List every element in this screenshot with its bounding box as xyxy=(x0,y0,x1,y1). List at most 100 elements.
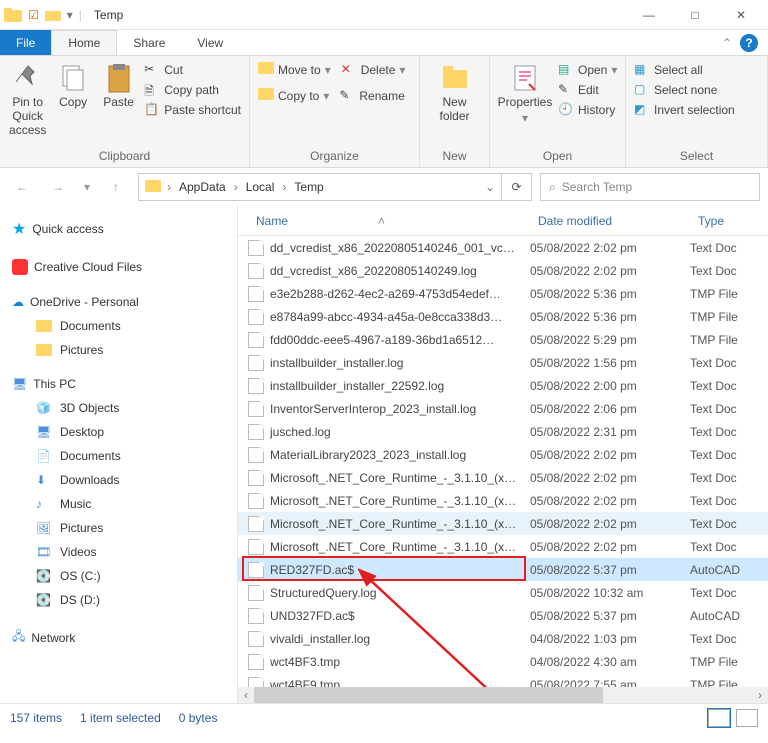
scroll-left-icon[interactable]: ‹ xyxy=(238,687,254,703)
thumbnails-view-button[interactable] xyxy=(736,709,758,727)
select-all-button[interactable]: ▦Select all xyxy=(634,62,735,78)
scroll-right-icon[interactable]: › xyxy=(752,687,768,703)
chevron-right-icon[interactable]: › xyxy=(280,180,288,194)
paste-shortcut-button[interactable]: 📋Paste shortcut xyxy=(144,102,241,118)
rename-button[interactable]: ✎Rename xyxy=(339,88,404,104)
main: ★ Quick access Creative Cloud Files ☁ On… xyxy=(0,206,768,703)
copy-path-button[interactable]: 🗎Copy path xyxy=(144,82,241,98)
file-tab[interactable]: File xyxy=(0,30,51,55)
file-row[interactable]: InventorServerInterop_2023_install.log05… xyxy=(238,397,768,420)
breadcrumb-dropdown-icon[interactable]: ⌄ xyxy=(485,180,495,194)
file-row[interactable]: installbuilder_installer_22592.log05/08/… xyxy=(238,374,768,397)
pin-to-quick-access-button[interactable]: Pin to Quick access xyxy=(8,62,47,137)
sidebar-pc-item[interactable]: ⬇Downloads xyxy=(0,468,237,492)
forward-button[interactable]: → xyxy=(44,173,72,201)
properties-button[interactable]: Properties▾ xyxy=(498,62,552,126)
paste-button[interactable]: Paste xyxy=(99,62,138,110)
file-row[interactable]: e8784a99-abcc-4934-a45a-0e8cca338d3…05/0… xyxy=(238,305,768,328)
copy-button[interactable]: Copy xyxy=(53,62,92,110)
copy-to-button[interactable]: Copy to ▾ xyxy=(258,88,329,104)
sidebar-this-pc[interactable]: 🖥 This PC xyxy=(0,372,237,396)
file-icon xyxy=(248,654,264,670)
chevron-right-icon[interactable]: › xyxy=(232,180,240,194)
chevron-right-icon[interactable]: › xyxy=(165,180,173,194)
sidebar-pc-item[interactable]: 📄Documents xyxy=(0,444,237,468)
nav-sidebar: ★ Quick access Creative Cloud Files ☁ On… xyxy=(0,206,238,703)
sidebar-pc-item[interactable]: 🖥Desktop xyxy=(0,420,237,444)
open-button[interactable]: ▤Open ▾ xyxy=(558,62,617,78)
close-button[interactable]: ✕ xyxy=(718,0,764,30)
file-icon xyxy=(248,240,264,256)
file-row[interactable]: Microsoft_.NET_Core_Runtime_-_3.1.10_(x…… xyxy=(238,535,768,558)
columns-header[interactable]: Name˄ Date modified Type xyxy=(238,206,768,236)
ribbon-tabs: File Home Share View ⌃ ? xyxy=(0,30,768,56)
sidebar-pc-item[interactable]: 🖼Pictures xyxy=(0,516,237,540)
file-icon xyxy=(248,355,264,371)
sidebar-creative-cloud[interactable]: Creative Cloud Files xyxy=(0,254,237,280)
file-row[interactable]: Microsoft_.NET_Core_Runtime_-_3.1.10_(x…… xyxy=(238,512,768,535)
select-none-button[interactable]: ▢Select none xyxy=(634,82,735,98)
back-button[interactable]: ← xyxy=(8,173,36,201)
sidebar-pc-item[interactable]: 💽DS (D:) xyxy=(0,588,237,612)
checkbox-icon[interactable]: ☑ xyxy=(28,8,39,22)
folder-icon: 💽 xyxy=(36,593,52,607)
maximize-button[interactable]: □ xyxy=(672,0,718,30)
file-row[interactable]: wct4BF3.tmp04/08/2022 4:30 amTMP File xyxy=(238,650,768,673)
qat-dropdown-icon[interactable]: ▾ xyxy=(67,8,73,22)
breadcrumb-seg[interactable]: Local xyxy=(244,180,277,194)
file-row[interactable]: UND327FD.ac$05/08/2022 5:37 pmAutoCAD xyxy=(238,604,768,627)
breadcrumb[interactable]: › AppData › Local › Temp ⌄ xyxy=(138,173,502,201)
details-view-button[interactable] xyxy=(708,709,730,727)
folder-icon xyxy=(258,88,274,104)
folder-icon-small xyxy=(45,9,61,21)
new-folder-icon xyxy=(439,62,471,94)
help-icon[interactable]: ? xyxy=(740,34,758,52)
sidebar-pc-item[interactable]: 🧊3D Objects xyxy=(0,396,237,420)
delete-button[interactable]: ✕Delete ▾ xyxy=(341,62,406,78)
sidebar-pc-item[interactable]: ♪Music xyxy=(0,492,237,516)
sidebar-network[interactable]: 🖧 Network xyxy=(0,622,237,653)
file-row[interactable]: Microsoft_.NET_Core_Runtime_-_3.1.10_(x…… xyxy=(238,466,768,489)
file-list[interactable]: dd_vcredist_x86_20220805140246_001_vc…05… xyxy=(238,236,768,687)
sidebar-quick-access[interactable]: ★ Quick access xyxy=(0,214,237,244)
file-row[interactable]: StructuredQuery.log05/08/2022 10:32 amTe… xyxy=(238,581,768,604)
minimize-button[interactable]: — xyxy=(626,0,672,30)
cut-button[interactable]: ✂Cut xyxy=(144,62,241,78)
file-icon xyxy=(248,631,264,647)
up-button[interactable]: ↑ xyxy=(102,173,130,201)
file-row[interactable]: jusched.log05/08/2022 2:31 pmText Doc xyxy=(238,420,768,443)
share-tab[interactable]: Share xyxy=(117,30,181,55)
file-row[interactable]: MaterialLibrary2023_2023_install.log05/0… xyxy=(238,443,768,466)
file-row[interactable]: RED327FD.ac$05/08/2022 5:37 pmAutoCAD xyxy=(238,558,768,581)
sidebar-onedrive[interactable]: ☁ OneDrive - Personal xyxy=(0,290,237,314)
view-tab[interactable]: View xyxy=(181,30,239,55)
file-row[interactable]: dd_vcredist_x86_20220805140246_001_vc…05… xyxy=(238,236,768,259)
sidebar-pc-item[interactable]: 💽OS (C:) xyxy=(0,564,237,588)
sidebar-pc-item[interactable]: 🎞Videos xyxy=(0,540,237,564)
file-row[interactable]: dd_vcredist_x86_20220805140249.log05/08/… xyxy=(238,259,768,282)
edit-button[interactable]: ✎Edit xyxy=(558,82,617,98)
history-button[interactable]: 🕘History xyxy=(558,102,617,118)
file-row[interactable]: installbuilder_installer.log05/08/2022 1… xyxy=(238,351,768,374)
sidebar-od-pictures[interactable]: Pictures xyxy=(0,338,237,362)
breadcrumb-seg[interactable]: AppData xyxy=(177,180,228,194)
file-row[interactable]: Microsoft_.NET_Core_Runtime_-_3.1.10_(x…… xyxy=(238,489,768,512)
file-icon xyxy=(248,470,264,486)
file-row[interactable]: wct4BF9.tmp05/08/2022 7:55 amTMP File xyxy=(238,673,768,687)
file-row[interactable]: fdd00ddc-eee5-4967-a189-36bd1a6512…05/08… xyxy=(238,328,768,351)
sort-icon[interactable]: ˄ xyxy=(378,214,385,228)
move-to-button[interactable]: Move to ▾ xyxy=(258,62,331,78)
sidebar-od-documents[interactable]: Documents xyxy=(0,314,237,338)
h-scrollbar[interactable]: ‹ › xyxy=(238,687,768,703)
home-tab[interactable]: Home xyxy=(51,30,117,55)
scroll-thumb[interactable] xyxy=(254,687,603,703)
breadcrumb-seg[interactable]: Temp xyxy=(292,180,325,194)
refresh-button[interactable]: ⟳ xyxy=(502,173,532,201)
collapse-ribbon-icon[interactable]: ⌃ xyxy=(722,36,732,50)
new-folder-button[interactable]: New folder xyxy=(428,62,481,124)
invert-selection-button[interactable]: ◩Invert selection xyxy=(634,102,735,118)
search-input[interactable]: ⌕ Search Temp xyxy=(540,173,760,201)
recent-dropdown[interactable]: ▾ xyxy=(80,173,94,201)
file-row[interactable]: vivaldi_installer.log04/08/2022 1:03 pmT… xyxy=(238,627,768,650)
file-row[interactable]: e3e2b288-d262-4ec2-a269-4753d54edef…05/0… xyxy=(238,282,768,305)
